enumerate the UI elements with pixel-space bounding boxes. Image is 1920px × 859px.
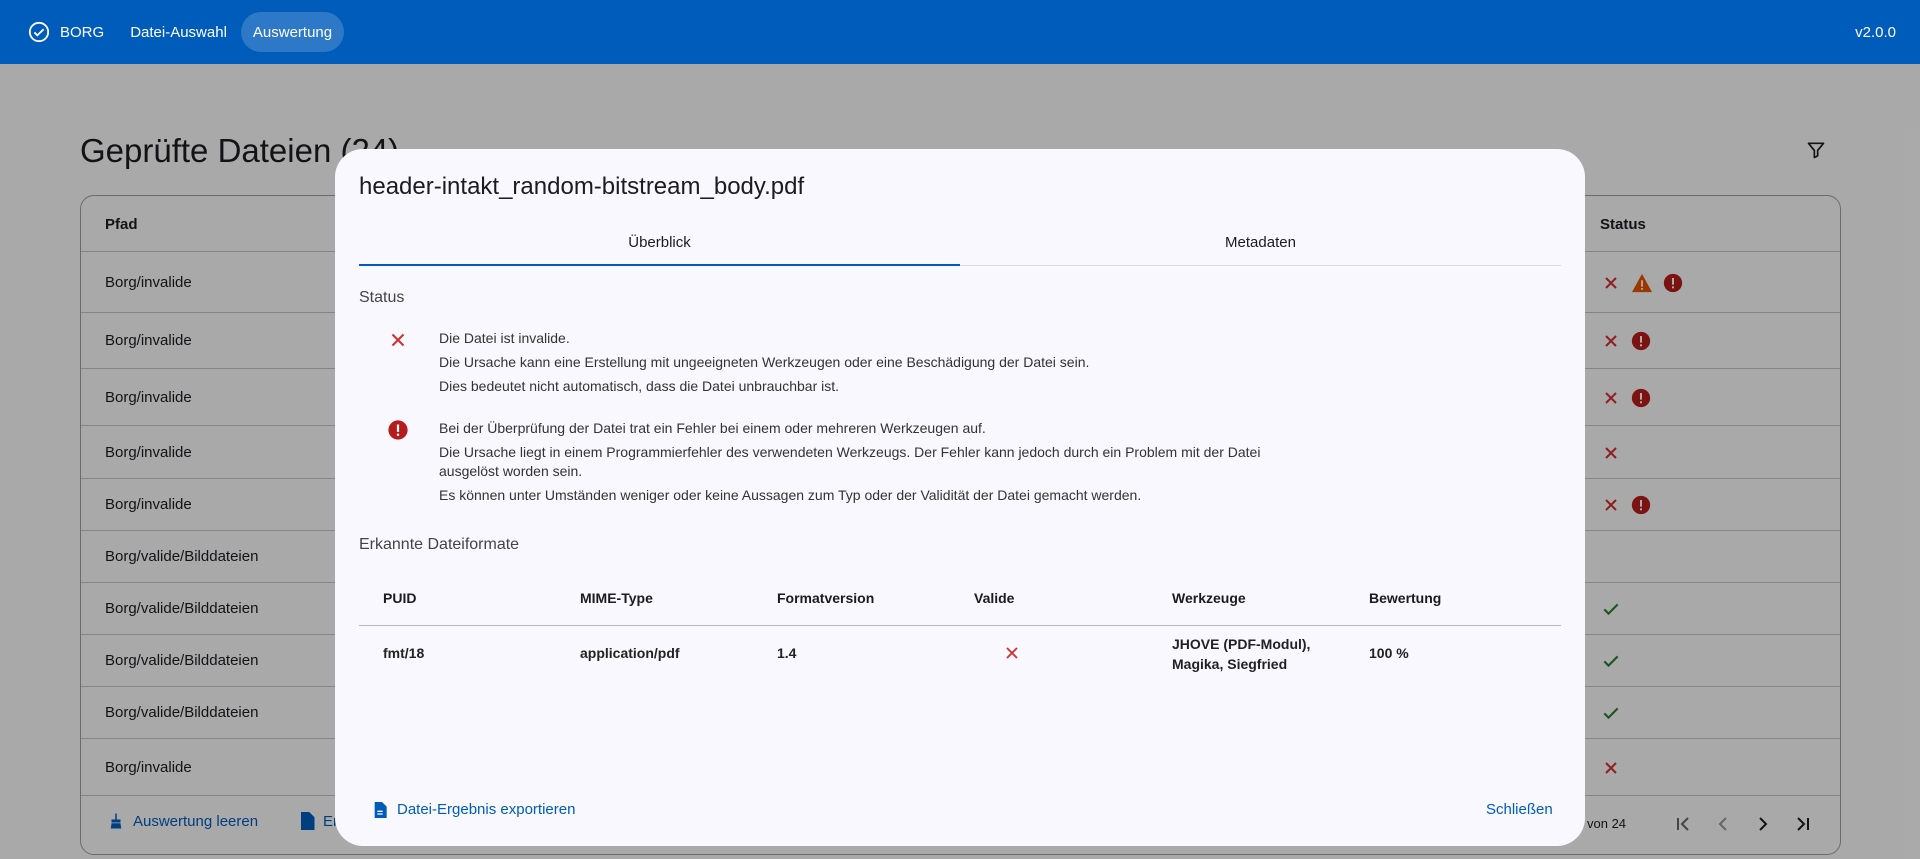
version-label: v2.0.0 bbox=[1855, 23, 1896, 41]
brand-label: BORG bbox=[60, 23, 105, 41]
status-text-line: Die Ursache liegt in einem Programmierfe… bbox=[439, 444, 1261, 479]
status-text-line: Bei der Überprüfung der Datei trat ein F… bbox=[439, 420, 986, 436]
status-text-line: Dies bedeutet nicht automatisch, dass di… bbox=[439, 378, 840, 394]
cell-mime: application/pdf bbox=[580, 645, 680, 661]
cell-puid: fmt/18 bbox=[383, 645, 425, 661]
tab-metadaten[interactable]: Metadaten bbox=[960, 219, 1561, 265]
column-header-puid: PUID bbox=[383, 590, 417, 606]
file-icon bbox=[374, 801, 387, 818]
table-row: fmt/18 application/pdf 1.4 JHOVE (PDF-Mo… bbox=[359, 626, 1561, 681]
close-icon bbox=[391, 333, 405, 347]
export-file-result-label: Datei-Ergebnis exportieren bbox=[397, 801, 576, 818]
error-icon bbox=[388, 420, 408, 440]
dialog-title: header-intakt_random-bitstream_body.pdf bbox=[359, 173, 805, 200]
cell-version: 1.4 bbox=[777, 645, 797, 661]
column-header-score: Bewertung bbox=[1369, 590, 1442, 606]
file-details-dialog: header-intakt_random-bitstream_body.pdf … bbox=[335, 149, 1585, 846]
cell-tools: JHOVE (PDF-Modul), Magika, Siegfried bbox=[1172, 636, 1311, 672]
column-header-mime: MIME-Type bbox=[580, 590, 653, 606]
top-app-bar: BORG Datei-Auswahl Auswertung v2.0.0 bbox=[0, 0, 1920, 64]
export-file-result-button[interactable]: Datei-Ergebnis exportieren bbox=[373, 801, 575, 818]
cell-score: 100 % bbox=[1369, 645, 1409, 661]
tab-ueberblick[interactable]: Überblick bbox=[359, 219, 960, 266]
close-icon bbox=[1006, 647, 1018, 659]
status-text-line: Die Datei ist invalide. bbox=[439, 330, 570, 346]
status-heading: Status bbox=[359, 289, 405, 306]
status-text-line: Die Ursache kann eine Erstellung mit ung… bbox=[439, 354, 1090, 370]
formats-table-header: PUID MIME-Type Formatversion Valide Werk… bbox=[359, 569, 1561, 626]
column-header-version: Formatversion bbox=[777, 590, 875, 606]
column-header-valid: Valide bbox=[974, 590, 1015, 606]
dialog-tabs: Überblick Metadaten bbox=[359, 219, 1561, 266]
nav-auswertung[interactable]: Auswertung bbox=[240, 12, 345, 52]
close-button[interactable]: Schließen bbox=[1486, 801, 1553, 818]
column-header-tools: Werkzeuge bbox=[1172, 590, 1246, 606]
formats-table: PUID MIME-Type Formatversion Valide Werk… bbox=[359, 569, 1561, 681]
nav-datei-auswahl[interactable]: Datei-Auswahl bbox=[118, 12, 239, 52]
brand-button[interactable]: BORG bbox=[24, 12, 116, 52]
status-text-line: Es können unter Umständen weniger oder k… bbox=[439, 487, 1142, 503]
check-circle-icon bbox=[28, 21, 50, 43]
formats-heading: Erkannte Dateiformate bbox=[359, 536, 520, 553]
